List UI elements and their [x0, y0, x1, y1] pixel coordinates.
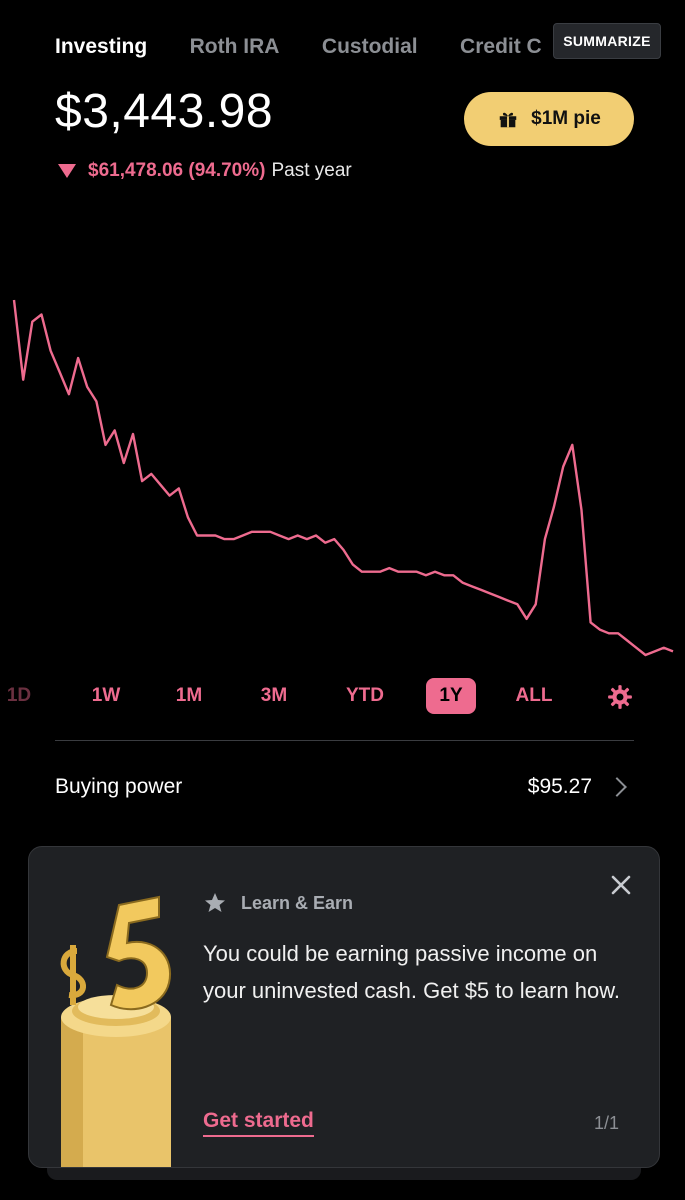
tab-investing[interactable]: Investing [55, 30, 147, 64]
gift-icon [499, 112, 517, 128]
change-period: Past year [271, 160, 352, 181]
buying-power-value: $95.27 [527, 775, 592, 798]
tab-custodial[interactable]: Custodial [322, 30, 418, 64]
range-1d[interactable]: 1D [0, 678, 38, 714]
range-3m[interactable]: 3M [250, 678, 298, 714]
divider [55, 740, 634, 741]
card-tag: Learn & Earn [241, 892, 354, 913]
range-ytd[interactable]: YTD [335, 678, 395, 714]
five-dollar-illustration [60, 895, 172, 1167]
close-icon[interactable] [609, 873, 633, 897]
chevron-right-icon [607, 777, 627, 797]
learn-earn-card: Learn & Earn You could be earning passiv… [28, 846, 660, 1168]
buying-power-row[interactable]: Buying power $95.27 [55, 765, 634, 809]
summarize-button[interactable]: SUMMARIZE [553, 23, 661, 59]
promo-pie-button[interactable]: $1M pie [464, 92, 634, 146]
get-started-link[interactable]: Get started [203, 1109, 314, 1137]
buying-power-value-wrap: $95.27 [528, 775, 634, 799]
range-selector: 1D 1W 1M 3M YTD 1Y ALL [0, 678, 685, 718]
portfolio-change: $61,478.06 (94.70%) Past year [58, 160, 352, 182]
star-icon [205, 893, 225, 912]
tab-roth-ira[interactable]: Roth IRA [190, 30, 280, 64]
chart-series-line [12, 299, 674, 657]
down-arrow-icon [58, 164, 76, 178]
portfolio-chart[interactable] [0, 280, 685, 670]
buying-power-label: Buying power [55, 775, 183, 798]
card-body: You could be earning passive income on y… [203, 941, 621, 1003]
portfolio-balance: $3,443.98 [55, 85, 274, 138]
range-1m[interactable]: 1M [165, 678, 213, 714]
range-1y[interactable]: 1Y [426, 678, 476, 714]
range-1w[interactable]: 1W [82, 678, 130, 714]
card-pager: 1/1 [593, 1113, 619, 1133]
gear-icon[interactable] [607, 684, 633, 710]
range-all[interactable]: ALL [508, 678, 560, 714]
card-label-row: Learn & Earn [203, 891, 353, 915]
tab-credit-card[interactable]: Credit C [460, 30, 542, 64]
promo-pie-label: $1M pie [531, 108, 601, 129]
change-value: $61,478.06 (94.70%) [88, 160, 266, 181]
